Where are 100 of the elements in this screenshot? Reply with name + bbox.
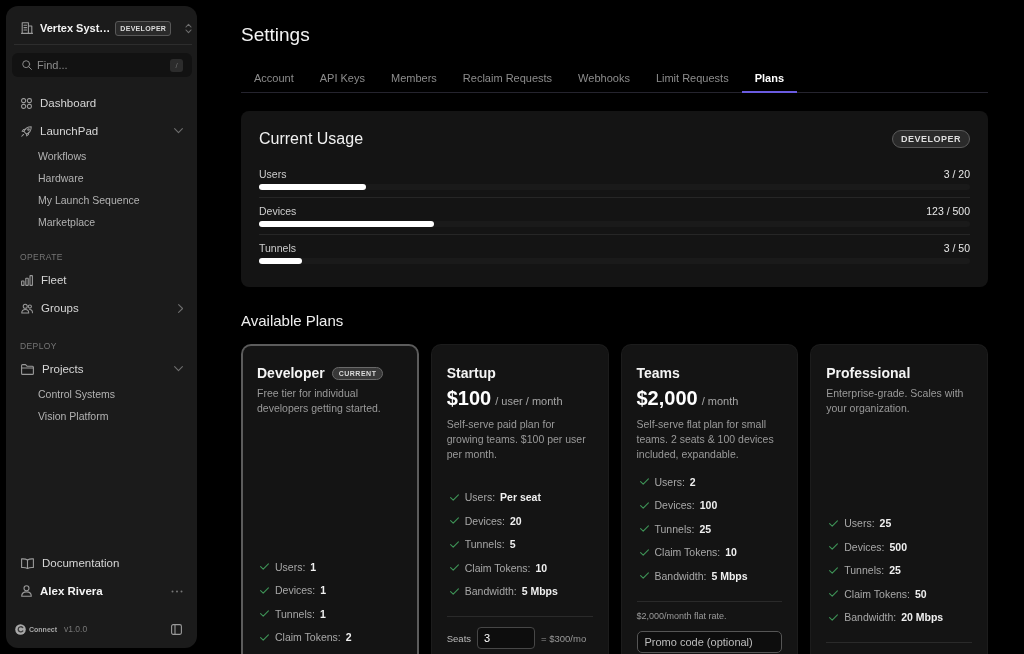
- meter-reading: 3 / 20: [943, 167, 970, 181]
- check-icon: [639, 501, 649, 509]
- price-period: / month: [701, 394, 739, 409]
- feature-label: Bandwidth:: [654, 569, 707, 582]
- price-amount: $100: [446, 386, 492, 411]
- meter-reading: 123 / 500: [926, 204, 970, 218]
- chevron-updown-icon[interactable]: [185, 22, 193, 34]
- nav-subitem[interactable]: Hardware: [38, 167, 84, 189]
- feature-value: 25: [699, 522, 712, 535]
- nav-item[interactable]: Dashboard: [21, 89, 183, 117]
- promo-code-input[interactable]: Promo code (optional): [636, 630, 783, 653]
- check-icon: [829, 613, 839, 621]
- check-icon: [449, 540, 459, 548]
- nav-subitem[interactable]: My Launch Sequence: [38, 189, 140, 211]
- nav-subitem[interactable]: Workflows: [38, 145, 87, 167]
- feature-value: 25: [889, 564, 901, 577]
- check-icon: [829, 566, 839, 574]
- feature-value: 1: [310, 560, 317, 573]
- tab[interactable]: Plans: [741, 64, 797, 93]
- feature-value: 10: [725, 546, 737, 559]
- plan-name: Professional: [826, 365, 911, 381]
- feature-label: Tunnels:: [654, 522, 695, 535]
- nav-item[interactable]: Projects: [21, 355, 174, 383]
- feature-label: Tunnels:: [844, 564, 885, 577]
- section-heading: DEPLOY: [19, 340, 58, 353]
- tab[interactable]: API Keys: [306, 64, 378, 93]
- search-icon: [22, 60, 32, 70]
- feature-value: 20: [510, 514, 522, 527]
- check-icon: [829, 543, 839, 551]
- feature-label: Devices:: [654, 499, 695, 512]
- nav-item[interactable]: Documentation: [21, 549, 183, 577]
- version-label: v1.0.0: [64, 624, 88, 634]
- feature-label: Tunnels:: [275, 607, 315, 620]
- folder-icon: [21, 363, 34, 375]
- check-icon: [260, 586, 269, 594]
- tab[interactable]: Account: [241, 64, 307, 93]
- seats-label: Seats: [446, 632, 472, 644]
- plan-description: Self-serve flat plan for small teams. 2 seats & 100 devices included, expandable.: [636, 417, 775, 462]
- tab[interactable]: Members: [378, 64, 450, 93]
- feature-value: 1: [320, 584, 327, 597]
- plan-name: Teams: [636, 365, 680, 381]
- plan-description: Enterprise-grade. Scales with your organization.: [826, 386, 965, 416]
- meter-label: Tunnels: [259, 241, 296, 255]
- users-icon: [21, 302, 33, 314]
- feature-label: Users:: [844, 517, 875, 530]
- nav-item[interactable]: LaunchPad: [21, 117, 174, 145]
- nav-item[interactable]: Fleet: [21, 266, 183, 294]
- plan-description: Free tier for individual developers getting started.: [257, 386, 382, 416]
- feature-label: Devices:: [275, 584, 316, 597]
- feature-label: Bandwidth:: [464, 585, 517, 598]
- nav-subitem[interactable]: Marketplace: [38, 211, 96, 233]
- chevron-down-icon[interactable]: [174, 366, 183, 372]
- feature-label: Bandwidth:: [844, 611, 897, 624]
- grid-icon: [21, 97, 32, 109]
- feature-label: Claim Tokens:: [275, 631, 341, 644]
- feature-value: Per seat: [500, 491, 541, 504]
- logo-icon: [15, 623, 26, 635]
- profile-button[interactable]: Alex Rivera: [21, 577, 171, 605]
- plan-name: Developer: [257, 365, 325, 381]
- feature-value: 10: [535, 561, 548, 574]
- nav-item[interactable]: Groups: [21, 294, 178, 322]
- check-icon: [449, 493, 459, 501]
- feature-label: Claim Tokens:: [654, 546, 721, 559]
- check-icon: [260, 563, 269, 571]
- nav-subitem[interactable]: Control Systems: [38, 383, 116, 405]
- tab[interactable]: Limit Requests: [642, 64, 742, 93]
- book-icon: [21, 557, 34, 569]
- feature-value: 2: [689, 475, 696, 488]
- feature-value: 1: [319, 607, 326, 620]
- chevron-down-icon[interactable]: [174, 128, 183, 134]
- feature-label: Devices:: [844, 540, 885, 553]
- feature-label: Users:: [275, 560, 306, 573]
- sidebar-toggle-icon[interactable]: [171, 623, 182, 635]
- check-icon: [449, 517, 459, 525]
- feature-label: Tunnels:: [464, 538, 505, 551]
- feature-value: 500: [889, 540, 908, 553]
- feature-value: 100: [699, 499, 718, 512]
- feature-value: 2: [345, 631, 352, 644]
- building-icon: [21, 22, 33, 34]
- check-icon: [639, 525, 649, 533]
- meter-label: Devices: [259, 204, 297, 218]
- check-icon: [829, 519, 839, 527]
- check-icon: [260, 610, 269, 618]
- bar-chart-icon: [21, 274, 33, 286]
- card-title: Current Usage: [259, 130, 364, 148]
- nav-subitem[interactable]: Vision Platform: [38, 405, 109, 427]
- tab[interactable]: Webhooks: [565, 64, 643, 93]
- more-icon[interactable]: [171, 589, 183, 593]
- check-icon: [449, 587, 459, 595]
- tab[interactable]: Reclaim Requests: [449, 64, 566, 93]
- chevron-right-icon[interactable]: [177, 303, 183, 313]
- feature-value: 20 Mbps: [901, 611, 944, 624]
- check-icon: [449, 564, 459, 572]
- feature-value: 5 Mbps: [521, 585, 558, 598]
- seats-input[interactable]: 3: [477, 627, 536, 649]
- feature-label: Users:: [464, 491, 496, 504]
- feature-value: 5: [509, 538, 516, 551]
- section-title: Available Plans: [241, 311, 345, 331]
- price-period: / user / month: [495, 394, 563, 409]
- plan-name: Startup: [446, 365, 496, 381]
